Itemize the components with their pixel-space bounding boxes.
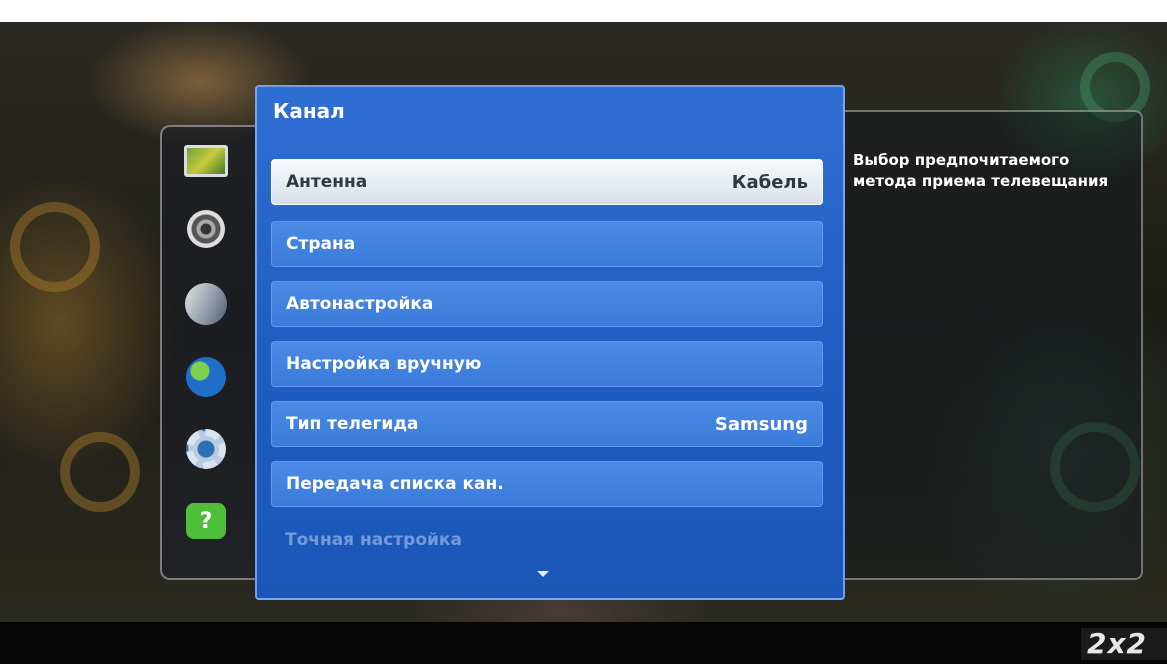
menu-item-label: Настройка вручную <box>286 354 482 374</box>
channel-logo: 2x2 <box>1081 628 1167 660</box>
menu-item-label: Страна <box>286 234 356 254</box>
menu-item-fine-tune: Точная настройка <box>271 517 823 563</box>
menu-item-value: Samsung <box>714 413 808 435</box>
bottom-bar <box>0 622 1167 664</box>
menu-category-panel: ? <box>160 125 270 580</box>
menu-item-label: Антенна <box>286 172 368 192</box>
menu-item-channel-list-transfer[interactable]: Передача списка кан. <box>271 461 823 507</box>
category-sound[interactable] <box>180 207 232 251</box>
background-ornament <box>10 202 100 292</box>
menu-item-label: Передача списка кан. <box>286 474 504 494</box>
gear-icon <box>186 429 226 469</box>
channel-menu: Канал Антенна Кабель Страна Автонастройк… <box>255 85 845 600</box>
category-support[interactable]: ? <box>180 499 232 543</box>
sound-icon <box>187 210 225 248</box>
menu-item-auto-tune[interactable]: Автонастройка <box>271 281 823 327</box>
help-description: Выбор предпочитаемого метода приема теле… <box>853 151 1109 190</box>
menu-item-country[interactable]: Страна <box>271 221 823 267</box>
category-network[interactable] <box>180 355 232 399</box>
menu-item-antenna[interactable]: Антенна Кабель <box>271 159 823 205</box>
help-bubble-icon: ? <box>186 503 226 539</box>
satellite-dish-icon <box>179 277 233 331</box>
help-panel: Выбор предпочитаемого метода приема теле… <box>845 110 1143 580</box>
menu-item-value: Кабель <box>731 171 808 193</box>
scroll-down-icon[interactable] <box>537 571 549 577</box>
menu-item-label: Тип телегида <box>286 414 419 434</box>
category-channel[interactable] <box>179 277 233 331</box>
picture-icon <box>184 145 228 177</box>
category-picture[interactable] <box>180 139 232 183</box>
menu-item-manual-tune[interactable]: Настройка вручную <box>271 341 823 387</box>
background-ornament <box>60 432 140 512</box>
top-border <box>0 0 1167 22</box>
menu-item-label: Точная настройка <box>285 530 462 550</box>
menu-item-guide-type[interactable]: Тип телегида Samsung <box>271 401 823 447</box>
globe-icon <box>186 357 226 397</box>
menu-title: Канал <box>273 99 345 123</box>
menu-item-label: Автонастройка <box>286 294 434 314</box>
category-system[interactable] <box>180 427 232 471</box>
